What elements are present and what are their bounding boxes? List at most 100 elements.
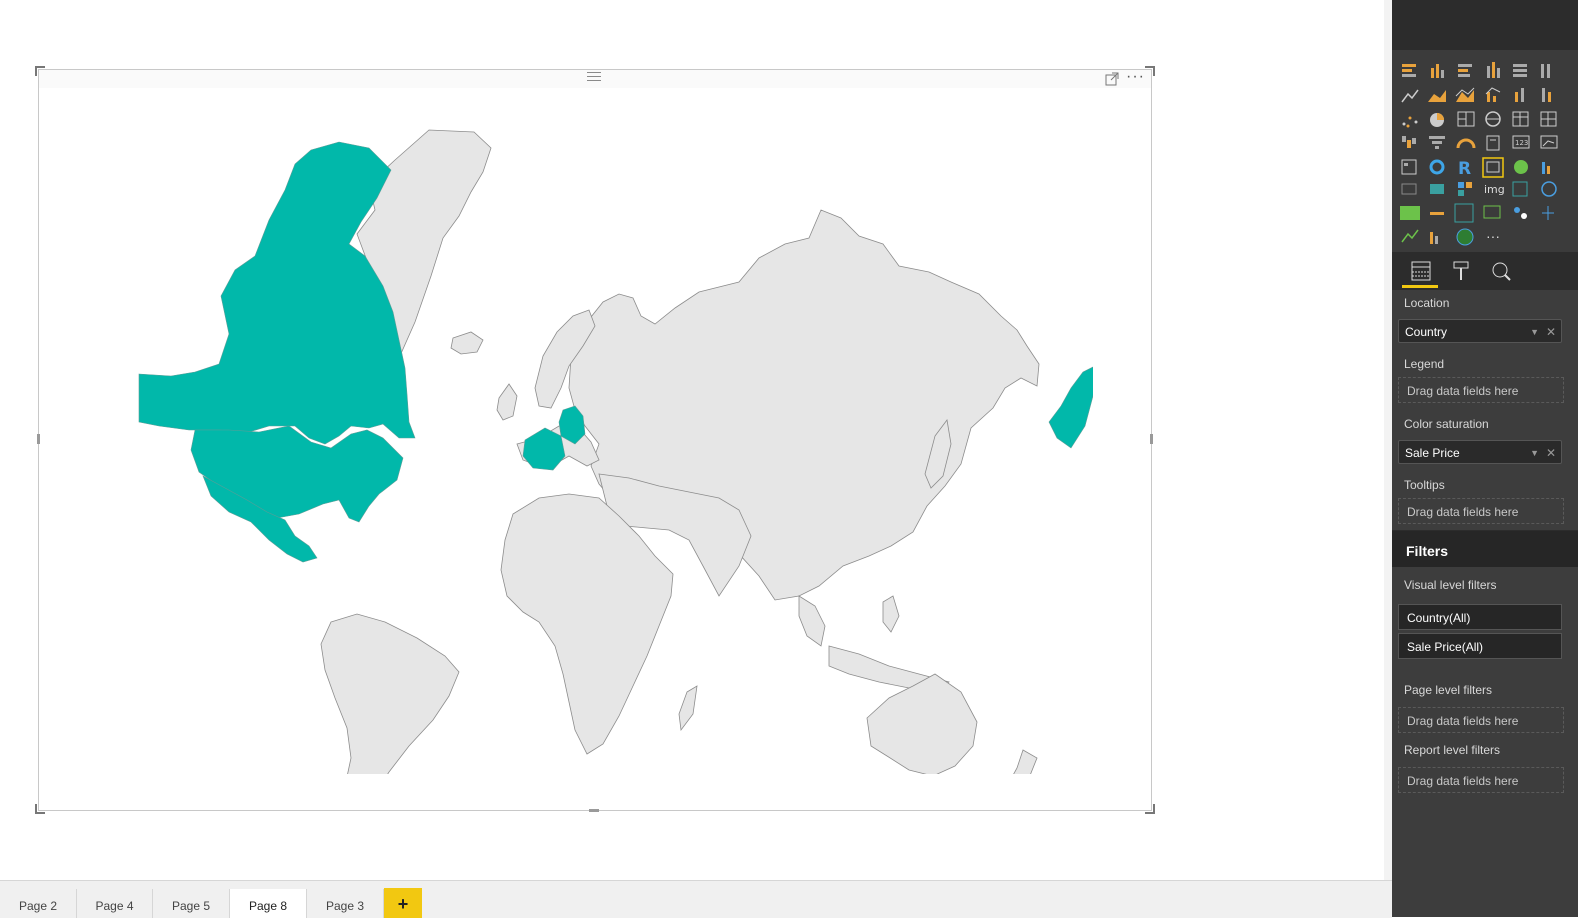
stacked-area-chart-icon — [1455, 87, 1475, 102]
close-icon[interactable]: ✕ — [1546, 320, 1556, 344]
country-south-america — [320, 613, 460, 774]
field-wells: Location Country ▼ ✕ Legend Drag data fi… — [1392, 290, 1578, 530]
donut-chart-icon — [1429, 159, 1445, 175]
stacked-column-chart-icon — [1431, 64, 1444, 78]
chevron-down-icon[interactable]: ▼ — [1530, 441, 1539, 465]
country-se-asia — [798, 595, 826, 647]
resize-handle-right[interactable] — [1150, 434, 1153, 444]
color-saturation-field-pill[interactable]: Sale Price ▼ ✕ — [1398, 440, 1562, 464]
matrix-icon — [1540, 111, 1557, 127]
report-filters-drop-zone[interactable]: Drag data fields here — [1398, 767, 1564, 793]
pane-tools — [1392, 252, 1578, 290]
fields-tab-indicator — [1402, 285, 1438, 288]
bullet-chart-icon — [1401, 183, 1417, 195]
tab-page-4[interactable]: Page 4 — [77, 889, 153, 918]
legend-drop-zone[interactable]: Drag data fields here — [1398, 377, 1564, 403]
location-field-name: Country — [1405, 325, 1448, 339]
network-graph-icon — [1514, 207, 1527, 219]
visualizations-pane: 123 R img ··· Location Country ▼ ✕ Legen… — [1392, 0, 1578, 917]
country-australia — [866, 673, 978, 774]
custom-tile-icon — [1430, 184, 1444, 194]
card-icon: 123 — [1512, 135, 1530, 149]
area-chart-icon — [1428, 90, 1446, 102]
clustered-bar-chart-icon — [1458, 64, 1472, 77]
visualization-gallery: 123 R img ··· — [1392, 50, 1578, 252]
tooltips-drop-zone[interactable]: Drag data fields here — [1398, 498, 1564, 524]
table-icon — [1512, 111, 1529, 127]
fields-icon[interactable] — [1410, 260, 1432, 282]
filters-title: Filters — [1392, 531, 1578, 567]
filled-map-visual[interactable]: ··· — [35, 66, 1155, 814]
resize-handle-top-left[interactable] — [35, 66, 45, 76]
tab-page-8[interactable]: Page 8 — [230, 889, 307, 918]
country-canada — [138, 141, 416, 445]
funnel-chart-icon — [1429, 136, 1445, 149]
multi-row-card-icon — [1486, 135, 1500, 151]
treemap-icon — [1457, 111, 1475, 127]
resize-handle-top-right[interactable] — [1145, 66, 1155, 76]
viz-icon-grid: 123 R img — [1400, 62, 1558, 246]
resize-handle-left[interactable] — [37, 434, 40, 444]
sparkline-icon — [1401, 229, 1419, 243]
more-options-icon[interactable]: ··· — [1126, 69, 1145, 85]
heatmap-icon — [1400, 206, 1420, 220]
resize-handle-bottom[interactable] — [589, 809, 599, 812]
visual-header: ··· — [39, 69, 1151, 88]
map-icon — [1485, 111, 1501, 127]
tab-page-2[interactable]: Page 2 — [0, 889, 77, 918]
scatter-chart-icon — [1402, 116, 1418, 128]
country-africa — [500, 493, 674, 755]
tab-page-5[interactable]: Page 5 — [153, 889, 230, 918]
chevron-down-icon[interactable]: ▼ — [1530, 320, 1539, 344]
globe-network-icon — [1541, 181, 1557, 197]
report-canvas[interactable]: ··· — [0, 0, 1384, 880]
table-heatmap-icon — [1454, 203, 1474, 223]
world-map[interactable] — [99, 126, 1093, 774]
svg-text:img: img — [1484, 183, 1505, 196]
country-uk — [496, 383, 518, 421]
visual-filters-label: Visual level filters — [1404, 578, 1497, 592]
ribbon-chart-icon — [1542, 88, 1551, 102]
line-chart-icon — [1401, 89, 1419, 103]
country-usa — [190, 425, 404, 523]
filter-sale-price[interactable]: Sale Price(All) — [1398, 633, 1562, 659]
focus-mode-icon[interactable] — [1105, 72, 1119, 86]
waterfall-chart-icon — [1402, 136, 1416, 148]
drag-grip-icon[interactable] — [587, 72, 601, 82]
page-filters-label: Page level filters — [1404, 683, 1493, 697]
resize-handle-bottom-right[interactable] — [1145, 804, 1155, 814]
country-iceland — [450, 331, 484, 355]
custom-chart-icon-2 — [1512, 181, 1528, 197]
page-filters-drop-zone[interactable]: Drag data fields here — [1398, 707, 1564, 733]
country-alaska — [1048, 366, 1093, 449]
globe-map-icon — [1456, 228, 1474, 246]
close-icon[interactable]: ✕ — [1546, 441, 1556, 465]
100-stacked-column-chart-icon — [1541, 64, 1550, 78]
country-new-zealand — [1013, 749, 1038, 774]
legend-label: Legend — [1404, 357, 1445, 371]
report-filters-label: Report level filters — [1404, 743, 1501, 757]
custom-leaf-icon — [1514, 160, 1528, 174]
location-field-pill[interactable]: Country ▼ ✕ — [1398, 319, 1562, 343]
svg-text:123: 123 — [1515, 139, 1528, 147]
svg-text:R: R — [1458, 159, 1471, 179]
country-philippines — [882, 595, 900, 633]
more-visuals-icon[interactable]: ··· — [1486, 228, 1500, 244]
analytics-magnifier-icon[interactable] — [1490, 260, 1512, 282]
custom-bar-icon — [1542, 162, 1550, 174]
filter-country[interactable]: Country(All) — [1398, 604, 1562, 630]
resize-handle-bottom-left[interactable] — [35, 804, 45, 814]
add-page-button[interactable]: + — [384, 888, 422, 918]
format-paint-roller-icon[interactable] — [1450, 260, 1472, 282]
tooltips-label: Tooltips — [1404, 478, 1445, 492]
pie-chart-icon — [1430, 113, 1444, 127]
gauge-icon — [1456, 138, 1476, 149]
tab-page-3[interactable]: Page 3 — [307, 889, 384, 918]
canvas-divider — [1384, 0, 1392, 917]
slicer-icon — [1401, 159, 1417, 175]
color-saturation-label: Color saturation — [1404, 417, 1489, 431]
histogram-icon — [1430, 232, 1438, 244]
image-visual-icon: img — [1484, 183, 1505, 196]
custom-plus-icon — [1542, 206, 1554, 220]
filters-pane: Visual level filters Country(All) Sale P… — [1392, 567, 1578, 917]
